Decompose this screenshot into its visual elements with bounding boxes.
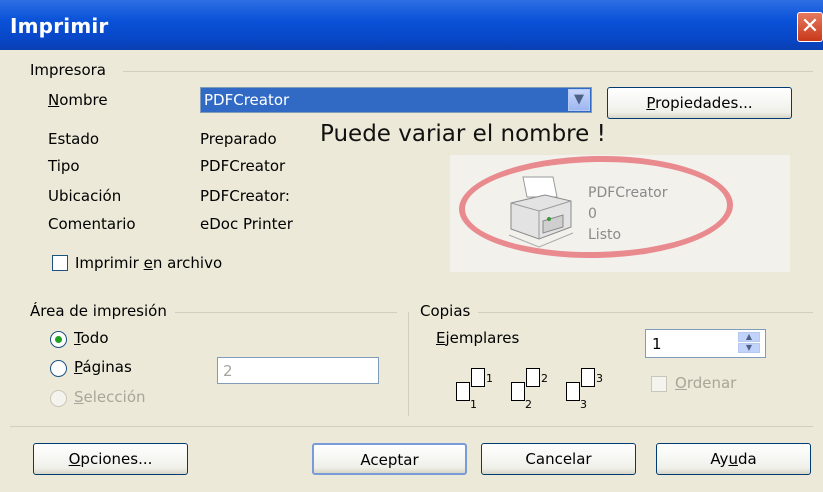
printer-group-divider: [123, 71, 813, 72]
pages-radio[interactable]: [50, 360, 67, 377]
collate-checkbox[interactable]: [651, 376, 667, 392]
type-value: PDFCreator: [200, 157, 286, 175]
print-range-group-label: Área de impresión: [30, 302, 167, 320]
annotation-text: Puede variar el nombre !: [320, 121, 606, 147]
print-dialog: Imprimir ✕ Impresora Nombre PDFCreator ▼…: [0, 0, 823, 492]
spin-up-icon[interactable]: ▲: [738, 332, 760, 342]
comment-value: eDoc Printer: [200, 215, 293, 233]
print-to-file-checkbox[interactable]: [52, 255, 68, 271]
help-button[interactable]: Ayuda: [656, 443, 811, 475]
pages-input[interactable]: 2: [217, 357, 379, 384]
bottom-divider: [10, 426, 813, 427]
location-label: Ubicación: [48, 187, 122, 205]
pages-label[interactable]: Páginas: [74, 358, 132, 376]
window-title: Imprimir: [10, 14, 109, 38]
printer-name-label: Nombre: [48, 91, 108, 109]
collate-page-label: 3: [596, 372, 603, 385]
close-button[interactable]: ✕: [797, 12, 823, 42]
all-pages-label[interactable]: Todo: [74, 329, 109, 347]
print-range-divider: [175, 312, 397, 313]
collate-page-label: 2: [525, 398, 532, 411]
location-value: PDFCreator:: [200, 187, 290, 205]
selection-radio[interactable]: [50, 390, 67, 407]
ok-button[interactable]: Aceptar: [312, 443, 467, 475]
title-bar: Imprimir ✕: [0, 0, 823, 50]
properties-button[interactable]: Propiedades...: [607, 87, 792, 119]
cancel-button[interactable]: Cancelar: [481, 443, 636, 475]
printer-name-select[interactable]: PDFCreator ▼: [200, 87, 592, 113]
copies-group-label: Copias: [420, 302, 471, 320]
collate-page-label: 1: [486, 372, 493, 385]
printer-group-label: Impresora: [30, 61, 106, 79]
copies-count-label: Ejemplares: [436, 329, 520, 347]
print-to-file-label[interactable]: Imprimir en archivo: [75, 254, 222, 272]
collate-page-label: 3: [580, 398, 587, 411]
copies-count-value: 1: [652, 335, 662, 353]
status-value: Preparado: [200, 130, 277, 148]
status-label: Estado: [48, 130, 100, 148]
comment-label: Comentario: [48, 215, 136, 233]
chevron-down-icon[interactable]: ▼: [568, 89, 590, 111]
copies-divider: [478, 312, 813, 313]
copies-separator: [408, 312, 409, 416]
all-pages-radio[interactable]: [50, 331, 67, 348]
spin-down-icon[interactable]: ▼: [738, 343, 760, 353]
selection-label: Selección: [74, 388, 146, 406]
close-icon: ✕: [800, 14, 820, 39]
pages-input-value: 2: [223, 362, 233, 380]
type-label: Tipo: [48, 157, 80, 175]
printer-name-value: PDFCreator: [204, 91, 290, 109]
options-button[interactable]: Opciones...: [33, 443, 188, 475]
collate-label: Ordenar: [675, 374, 737, 392]
collate-page-label: 1: [470, 398, 477, 411]
collate-page-label: 2: [541, 372, 548, 385]
copies-spinner[interactable]: ▲ ▼: [736, 330, 764, 358]
